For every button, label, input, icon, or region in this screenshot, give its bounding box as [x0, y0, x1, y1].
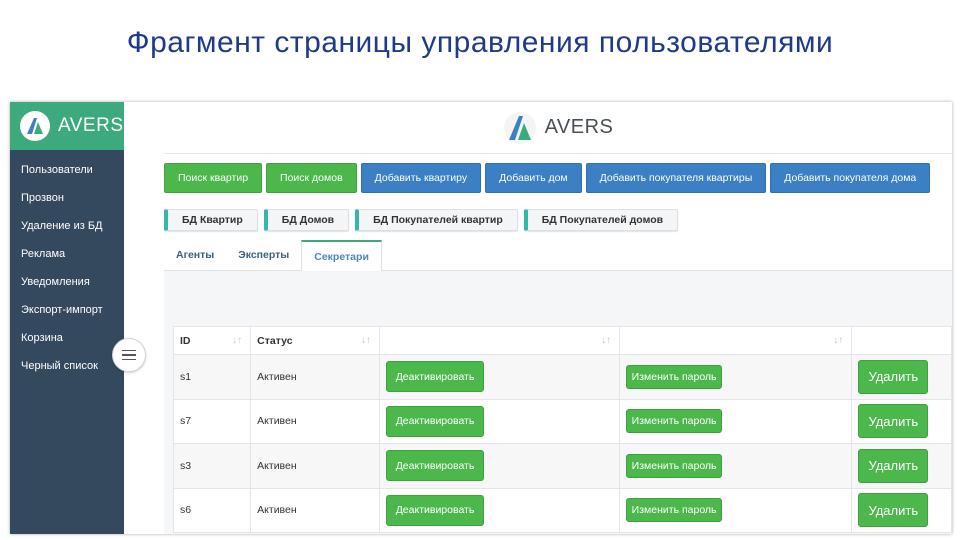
hamburger-line	[122, 358, 136, 361]
column-header-id[interactable]: ID ↓↑	[172, 326, 252, 355]
sort-icon[interactable]: ↓↑	[361, 335, 371, 346]
table-row: s3 Активен Деактивировать Изменить парол…	[172, 443, 952, 489]
db-apartment-buyers-button[interactable]: БД Покупателей квартир	[355, 209, 518, 231]
cell-password: Изменить пароль	[619, 354, 853, 400]
cell-deactivate: Деактивировать	[379, 398, 621, 444]
sort-icon[interactable]: ↓↑	[833, 335, 843, 346]
cell-password: Изменить пароль	[619, 398, 853, 444]
cell-id: s7	[172, 398, 252, 444]
table-row: s7 Активен Деактивировать Изменить парол…	[172, 398, 952, 444]
change-password-button[interactable]: Изменить пароль	[626, 364, 723, 389]
search-houses-button[interactable]: Поиск домов	[266, 163, 357, 193]
tab-experts[interactable]: Эксперты	[226, 240, 301, 271]
deactivate-button[interactable]: Деактивировать	[386, 494, 485, 526]
db-houses-button[interactable]: БД Домов	[263, 209, 350, 231]
database-toolbar: БД Квартир БД Домов БД Покупателей кварт…	[164, 209, 679, 231]
users-table: ID ↓↑ Статус ↓↑ ↓↑ ↓↑ s1 Активен Деактивир…	[172, 326, 952, 533]
sidebar: AVERS Пользователи Прозвон Удаление из Б…	[10, 102, 124, 534]
sidebar-logo[interactable]: AVERS	[10, 102, 124, 150]
sidebar-item-export-import[interactable]: Экспорт-импорт	[10, 296, 124, 324]
cell-status: Активен	[250, 398, 381, 444]
sort-icon[interactable]: ↓↑	[601, 335, 611, 346]
cell-deactivate: Деактивировать	[379, 443, 621, 489]
sidebar-menu: Пользователи Прозвон Удаление из БД Рекл…	[10, 150, 124, 380]
action-toolbar: Поиск квартир Поиск домов Добавить кварт…	[164, 163, 931, 193]
slide-title: Фрагмент страницы управления пользовател…	[126, 26, 834, 59]
change-password-button[interactable]: Изменить пароль	[626, 453, 723, 478]
sidebar-brand: AVERS	[58, 115, 124, 136]
column-header-password[interactable]: ↓↑	[619, 326, 853, 355]
cell-delete: Удалить	[851, 354, 952, 400]
add-house-button[interactable]: Добавить дом	[485, 163, 582, 193]
column-header-delete	[851, 326, 952, 355]
hamburger-line	[122, 349, 136, 352]
sidebar-item-users[interactable]: Пользователи	[10, 156, 124, 184]
header-brand: AVERS	[544, 116, 614, 138]
db-house-buyers-button[interactable]: БД Покупателей домов	[523, 209, 679, 231]
sidebar-item-notifications[interactable]: Уведомления	[10, 268, 124, 296]
column-header-deactivate[interactable]: ↓↑	[379, 326, 621, 355]
cell-deactivate: Деактивировать	[379, 487, 621, 533]
main-content: AVERS Поиск квартир Поиск домов Добавить…	[124, 102, 952, 534]
sidebar-item-delete-from-db[interactable]: Удаление из БД	[10, 212, 124, 240]
column-header-status[interactable]: Статус ↓↑	[250, 326, 381, 355]
hamburger-icon[interactable]	[112, 338, 146, 372]
cell-delete: Удалить	[851, 443, 952, 489]
delete-button[interactable]: Удалить	[858, 404, 929, 439]
sort-icon[interactable]: ↓↑	[232, 335, 242, 346]
search-apartments-button[interactable]: Поиск квартир	[164, 163, 263, 193]
add-apartment-buyer-button[interactable]: Добавить покупателя квартиры	[585, 163, 767, 193]
sidebar-item-blacklist[interactable]: Черный список	[10, 352, 124, 380]
table-row: s1 Активен Деактивировать Изменить парол…	[172, 354, 952, 400]
column-header-label: ID	[180, 334, 191, 347]
column-header-label: Статус	[257, 334, 293, 347]
sidebar-item-ads[interactable]: Реклама	[10, 240, 124, 268]
deactivate-button[interactable]: Деактивировать	[386, 450, 485, 482]
cell-password: Изменить пароль	[619, 487, 853, 533]
hamburger-line	[122, 354, 136, 356]
cell-delete: Удалить	[851, 398, 952, 444]
delete-button[interactable]: Удалить	[858, 359, 929, 394]
tab-agents[interactable]: Агенты	[164, 240, 226, 271]
cell-id: s3	[172, 443, 252, 489]
change-password-button[interactable]: Изменить пароль	[626, 498, 723, 523]
cell-password: Изменить пароль	[619, 443, 853, 489]
db-apartments-button[interactable]: БД Квартир	[164, 209, 258, 231]
delete-button[interactable]: Удалить	[858, 448, 929, 483]
cell-status: Активен	[250, 443, 381, 489]
change-password-button[interactable]: Изменить пароль	[626, 409, 723, 434]
table-row: s6 Активен Деактивировать Изменить парол…	[172, 487, 952, 533]
delete-button[interactable]: Удалить	[858, 493, 929, 528]
cell-status: Активен	[250, 354, 381, 400]
cell-id: s6	[172, 487, 252, 533]
cell-id: s1	[172, 354, 252, 400]
avers-logo-icon	[20, 111, 50, 141]
add-house-buyer-button[interactable]: Добавить покупателя дома	[770, 163, 931, 193]
user-tabs: Агенты Эксперты Секретари	[164, 240, 952, 272]
avers-logo-icon	[503, 111, 536, 144]
deactivate-button[interactable]: Деактивировать	[386, 361, 485, 393]
cell-status: Активен	[250, 487, 381, 533]
tab-secretaries[interactable]: Секретари	[301, 240, 382, 272]
add-apartment-button[interactable]: Добавить квартиру	[360, 163, 482, 193]
table-header-row: ID ↓↑ Статус ↓↑ ↓↑ ↓↑	[172, 326, 952, 355]
sidebar-item-trash[interactable]: Корзина	[10, 324, 124, 352]
sidebar-item-calls[interactable]: Прозвон	[10, 184, 124, 212]
deactivate-button[interactable]: Деактивировать	[386, 405, 485, 437]
app-screenshot: AVERS Пользователи Прозвон Удаление из Б…	[10, 102, 952, 534]
header-logo[interactable]: AVERS	[164, 102, 952, 154]
cell-delete: Удалить	[851, 487, 952, 533]
cell-deactivate: Деактивировать	[379, 354, 621, 400]
